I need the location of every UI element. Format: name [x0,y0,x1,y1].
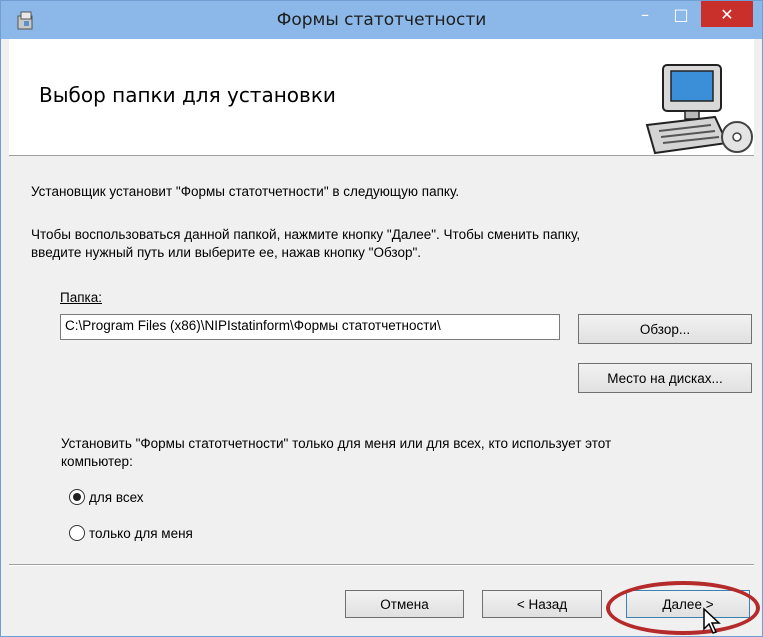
maximize-button[interactable]: □ [665,1,697,27]
radio-circle-everyone[interactable] [69,489,85,505]
browse-button[interactable]: Обзор... [578,314,752,344]
highlight-ring [606,581,760,635]
folder-label: Папка: [60,290,102,305]
page-title: Выбор папки для установки [39,83,336,107]
radio-just-me[interactable]: только для меня [69,525,193,541]
computer-disk-icon [645,64,753,155]
installer-window: Формы статотчетности – □ ✕ Выбор папки д… [0,0,763,637]
wizard-header: Выбор папки для установки [9,39,754,156]
cancel-button[interactable]: Отмена [345,590,464,618]
radio-selected-dot [73,493,81,501]
radio-circle-just-me[interactable] [69,525,85,541]
install-scope-text-2: компьютер: [61,454,133,469]
disk-usage-button[interactable]: Место на дисках... [578,363,752,393]
folder-path-input[interactable]: C:\Program Files (x86)\NIPIstatinform\Фо… [60,314,560,340]
intro-text: Установщик установит "Формы статотчетнос… [31,184,460,199]
close-button[interactable]: ✕ [701,1,753,27]
instructions-line-2: введите нужный путь или выберите ее, наж… [31,245,421,260]
instructions-line-1: Чтобы воспользоваться данной папкой, наж… [31,227,581,242]
minimize-button[interactable]: – [629,1,661,27]
title-bar[interactable]: Формы статотчетности – □ ✕ [1,1,762,39]
back-button[interactable]: < Назад [482,590,602,618]
radio-everyone[interactable]: для всех [69,489,144,505]
radio-everyone-label: для всех [89,489,144,505]
footer-separator [9,564,754,566]
mouse-cursor-icon [703,607,721,634]
install-scope-text-1: Установить "Формы статотчетности" только… [61,436,612,451]
radio-just-me-label: только для меня [89,525,193,541]
